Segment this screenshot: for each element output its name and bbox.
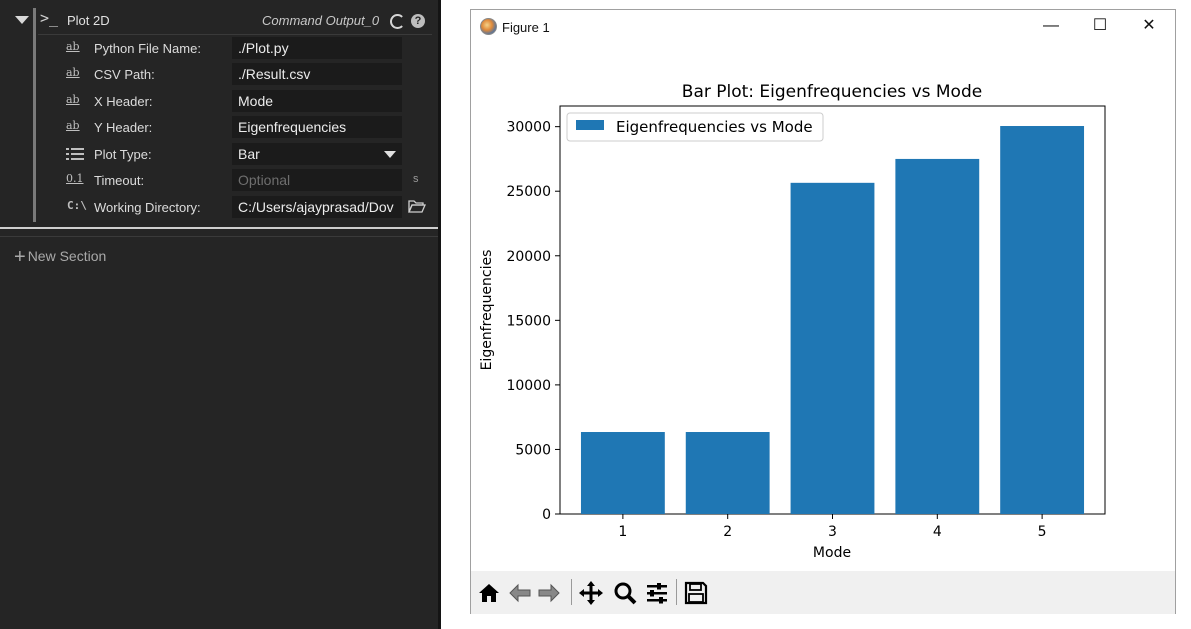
property-x-header: ab X Header: Mode — [38, 88, 432, 114]
configure-subplots-icon — [647, 583, 667, 604]
directory-field-icon: C:\ — [67, 199, 87, 212]
window-title: Figure 1 — [502, 20, 550, 35]
chevron-down-icon — [384, 151, 396, 158]
y-header-input[interactable]: Eigenfrequencies — [232, 116, 402, 138]
zoom-button[interactable] — [611, 579, 639, 607]
legend-swatch — [576, 120, 604, 130]
toolbar-separator — [676, 579, 677, 605]
plot-type-value: Bar — [238, 146, 260, 162]
close-button[interactable]: ✕ — [1138, 16, 1160, 36]
section-divider — [0, 227, 441, 229]
y-tick-label: 0 — [542, 507, 551, 523]
toolbar-separator — [571, 579, 572, 605]
text-field-icon: ab — [66, 40, 80, 53]
y-axis-label: Eigenfrequencies — [479, 250, 495, 371]
save-icon — [684, 581, 708, 605]
property-label: Plot Type: — [94, 147, 152, 162]
property-working-directory: C:\ Working Directory: C:/Users/ajaypras… — [38, 194, 432, 220]
property-label: Python File Name: — [94, 41, 201, 56]
property-python-file-name: ab Python File Name: ./Plot.py — [38, 35, 432, 61]
y-tick-label: 5000 — [515, 442, 551, 458]
x-axis-label: Mode — [813, 545, 851, 561]
y-tick-label: 25000 — [506, 184, 551, 200]
new-section-button[interactable]: + New Section — [14, 244, 107, 268]
y-tick-label: 15000 — [506, 313, 551, 329]
property-plot-type: Plot Type: Bar — [38, 141, 432, 167]
zoom-icon — [614, 582, 637, 605]
timeout-unit: s — [413, 173, 419, 185]
list-icon — [66, 148, 84, 160]
pan-icon — [579, 581, 603, 605]
figure-window: Figure 1 — ☐ ✕ Bar Plot: Eigenfrequencie… — [470, 9, 1176, 614]
legend: Eigenfrequencies vs Mode — [566, 112, 824, 142]
y-tick-label: 30000 — [506, 120, 551, 136]
x-tick-label: 1 — [618, 524, 627, 540]
home-button[interactable] — [475, 579, 503, 607]
text-field-icon: ab — [66, 66, 80, 79]
forward-button[interactable] — [535, 579, 563, 607]
node-editor-panel: >_ Plot 2D Command Output_0 ? ab Python … — [0, 0, 441, 629]
home-icon — [479, 584, 499, 602]
pan-button[interactable] — [577, 579, 605, 607]
y-tick-label: 20000 — [506, 249, 551, 265]
bar-mode-1 — [580, 432, 665, 514]
matplotlib-icon — [480, 18, 497, 35]
configure-subplots-button[interactable] — [643, 579, 671, 607]
forward-icon — [538, 583, 560, 603]
bar-mode-3 — [790, 182, 875, 514]
save-button[interactable] — [682, 579, 710, 607]
property-csv-path: ab CSV Path: ./Result.csv — [38, 61, 432, 87]
x-tick-label: 5 — [1038, 524, 1047, 540]
property-label: Y Header: — [94, 120, 153, 135]
back-button[interactable] — [506, 579, 534, 607]
loading-icon — [390, 14, 405, 29]
y-tick-label: 10000 — [506, 378, 551, 394]
help-icon[interactable]: ? — [411, 14, 425, 28]
property-label: CSV Path: — [94, 67, 155, 82]
bar-mode-2 — [685, 432, 770, 514]
x-tick-label: 4 — [933, 524, 942, 540]
text-field-icon: ab — [66, 93, 80, 106]
property-label: X Header: — [94, 94, 153, 109]
timeout-input[interactable]: Optional — [232, 169, 402, 191]
property-y-header: ab Y Header: Eigenfrequencies — [38, 114, 432, 140]
property-label: Working Directory: — [94, 200, 201, 215]
property-label: Timeout: — [94, 173, 145, 188]
plot-type-select[interactable]: Bar — [232, 143, 402, 165]
figure-toolbar — [471, 571, 1175, 614]
number-field-icon: 0.1 — [66, 172, 84, 185]
maximize-button[interactable]: ☐ — [1089, 16, 1111, 36]
node-title: Plot 2D — [67, 13, 110, 28]
section-divider-shadow — [0, 236, 441, 237]
plus-icon: + — [14, 246, 26, 268]
back-icon — [509, 583, 531, 603]
window-title-bar[interactable]: Figure 1 — ☐ ✕ — [471, 10, 1175, 42]
x-tick-label: 2 — [723, 524, 732, 540]
plot-canvas[interactable]: Bar Plot: Eigenfrequencies vs Mode 0 5000… — [471, 42, 1175, 571]
node-indent-bar — [33, 8, 36, 222]
folder-open-icon[interactable] — [408, 198, 426, 214]
panel-splitter[interactable] — [438, 0, 441, 629]
csv-path-input[interactable]: ./Result.csv — [232, 63, 402, 85]
python-file-name-input[interactable]: ./Plot.py — [232, 37, 402, 59]
new-section-label: New Section — [27, 248, 107, 264]
x-header-input[interactable]: Mode — [232, 90, 402, 112]
terminal-icon: >_ — [40, 9, 59, 27]
minimize-button[interactable]: — — [1040, 16, 1062, 36]
node-output-label: Command Output_0 — [262, 13, 380, 28]
text-field-icon: ab — [66, 119, 80, 132]
x-tick-label: 3 — [828, 524, 837, 540]
working-directory-input[interactable]: C:/Users/ajayprasad/Dov — [232, 196, 402, 218]
bar-mode-5 — [1000, 126, 1085, 514]
chart-title: Bar Plot: Eigenfrequencies vs Mode — [682, 82, 982, 102]
collapse-arrow-icon[interactable] — [15, 16, 29, 24]
bar-mode-4 — [895, 158, 980, 514]
property-timeout: 0.1 Timeout: Optional s — [38, 167, 432, 193]
legend-label: Eigenfrequencies vs Mode — [616, 118, 813, 136]
node-header[interactable]: >_ Plot 2D Command Output_0 ? — [0, 8, 432, 222]
